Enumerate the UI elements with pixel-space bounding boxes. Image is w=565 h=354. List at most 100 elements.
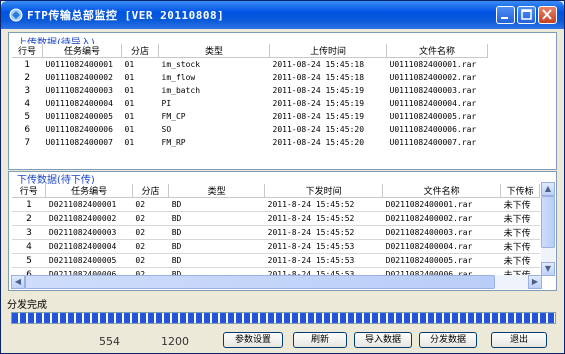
cell: 1 xyxy=(24,59,31,70)
cell: U0111082400005 xyxy=(45,112,113,121)
column-header[interactable]: 类型 xyxy=(168,184,266,198)
cell: im_batch xyxy=(161,86,201,95)
cell: U0111082400002 xyxy=(45,73,113,82)
cell: 5 xyxy=(24,111,31,122)
column-header[interactable]: 上传时间 xyxy=(269,44,387,58)
close-button[interactable] xyxy=(538,6,557,24)
scroll-right-icon[interactable]: ▶ xyxy=(528,275,542,289)
cell: U0111082400001.rar xyxy=(389,60,477,69)
cell: 2011-08-24 15:45:18 xyxy=(272,73,365,82)
cell: U0111082400001 xyxy=(45,60,113,69)
cell: 2011-8-24 15:45:53 xyxy=(264,239,383,254)
minimize-button[interactable] xyxy=(496,6,515,24)
title-bar[interactable]: FTP传输总部监控 [VER 20110808] xyxy=(1,1,564,29)
cell: 未下传 xyxy=(500,239,540,254)
cell: 2011-8-24 15:45:52 xyxy=(264,225,383,240)
cell: 01 xyxy=(124,60,135,69)
cell: U0111082400006.rar xyxy=(389,125,477,134)
cell: D0211082400005 xyxy=(45,253,133,268)
table-row[interactable]: 7 U0111082400007 01 FM_RP 2011-08-24 15:45:2… xyxy=(12,136,488,149)
settings-button[interactable]: 参数设置 xyxy=(223,332,283,348)
cell: 2011-08-24 15:45:19 xyxy=(272,112,365,121)
maximize-button[interactable] xyxy=(517,6,536,24)
cell: 4 xyxy=(24,98,31,109)
table-row[interactable]: 3 D0211082400003 02 BD 2011-8-24 15:45:52 D02… xyxy=(12,225,540,240)
column-header[interactable]: 行号 xyxy=(12,184,47,198)
cell: U0111082400007.rar xyxy=(389,138,477,147)
cell: 01 xyxy=(124,86,135,95)
status-message: 分发完成 xyxy=(7,300,47,311)
scroll-up-icon[interactable]: ▲ xyxy=(541,182,555,196)
cell: D0211082400003.rar xyxy=(382,225,501,240)
cell: D0211082400002.rar xyxy=(382,211,501,226)
cell: 01 xyxy=(124,125,135,134)
column-header[interactable]: 任务编号 xyxy=(42,44,122,58)
exit-button[interactable]: 退出 xyxy=(491,332,547,348)
import-button[interactable]: 导入数据 xyxy=(354,332,412,348)
cell: 2011-8-24 15:45:53 xyxy=(264,253,383,268)
cell: 01 xyxy=(124,138,135,147)
scroll-left-icon[interactable]: ◀ xyxy=(11,275,25,289)
table-row[interactable]: 4 U0111082400004 01 PI 2011-08-24 15:45:19 U0… xyxy=(12,97,488,110)
column-header[interactable]: 分店 xyxy=(132,184,170,198)
minimize-icon xyxy=(501,17,508,19)
refresh-button[interactable]: 刷新 xyxy=(293,332,347,348)
vertical-scroll-thumb[interactable] xyxy=(541,196,555,248)
cell: U0111082400003.rar xyxy=(389,86,477,95)
column-header[interactable]: 下发时间 xyxy=(264,184,384,198)
table-row[interactable]: 5 D0211082400005 02 BD 2011-8-24 15:45:53 D02… xyxy=(12,253,540,268)
cell: BD xyxy=(168,253,265,268)
column-header[interactable]: 文件名称 xyxy=(382,184,502,198)
cell: 未下传 xyxy=(500,225,540,240)
cell: D0211082400001 xyxy=(45,197,133,212)
cell: 02 xyxy=(132,211,169,226)
column-header[interactable]: 类型 xyxy=(158,44,270,58)
cell: D0211082400004 xyxy=(45,239,133,254)
cell: U0111082400005.rar xyxy=(389,112,477,121)
table-row[interactable]: 1 U0111082400001 01 im_stock 2011-08-24 15:4… xyxy=(12,58,488,72)
cell: 02 xyxy=(132,197,169,212)
table-row[interactable]: 2 U0111082400002 01 im_flow 2011-08-24 15:45… xyxy=(12,71,488,84)
table-row[interactable]: 3 U0111082400003 01 im_batch 2011-08-24 15:4… xyxy=(12,84,488,97)
table-row[interactable]: 1 D0211082400001 02 BD 2011-8-24 15:45:52 D02… xyxy=(12,197,540,212)
download-panel: 下传数据(待下传) 行号 任务编号 分店 类型 下发时间 文件名称 下传标 1D… xyxy=(8,171,557,291)
cell: U0111082400004 xyxy=(45,99,113,108)
distribute-button[interactable]: 分发数据 xyxy=(419,332,477,348)
table-row[interactable]: 5 U0111082400005 01 FM_CP 2011-08-24 15:45:1… xyxy=(12,110,488,123)
scroll-down-icon[interactable]: ▼ xyxy=(541,262,555,276)
cell: D0211082400005.rar xyxy=(382,253,501,268)
cell: 2011-8-24 15:45:52 xyxy=(264,197,383,212)
cell: U0111082400004.rar xyxy=(389,99,477,108)
table-row[interactable]: 6 U0111082400006 01 SO 2011-08-24 15:45:20 U0… xyxy=(12,123,488,136)
download-table[interactable]: 行号 任务编号 分店 类型 下发时间 文件名称 下传标 1 D0211082400… xyxy=(12,184,540,282)
upload-table[interactable]: 行号 任务编号 分店 类型 上传时间 文件名称 1 U0111082400001 0… xyxy=(12,44,488,149)
cell: 02 xyxy=(132,253,169,268)
cell: 2011-08-24 15:45:20 xyxy=(272,138,365,147)
horizontal-scroll-thumb[interactable] xyxy=(25,275,495,289)
cell: 7 xyxy=(24,137,31,148)
cell: 1 xyxy=(12,197,46,212)
column-header[interactable]: 任务编号 xyxy=(45,184,133,198)
column-header[interactable]: 行号 xyxy=(12,44,43,58)
close-icon xyxy=(542,9,552,20)
progress-bar xyxy=(11,312,556,324)
count-b: 1200 xyxy=(161,335,189,348)
cell: U0111082400007 xyxy=(45,138,113,147)
cell: 2011-08-24 15:45:18 xyxy=(272,60,365,69)
window-title: FTP传输总部监控 [VER 20110808] xyxy=(27,9,225,22)
vertical-scrollbar[interactable]: ▲ ▼ xyxy=(541,182,555,276)
cell: U0111082400002.rar xyxy=(389,73,477,82)
cell: 未下传 xyxy=(500,253,540,268)
cell: PI xyxy=(161,99,172,108)
horizontal-scrollbar[interactable]: ◀ ▶ xyxy=(11,275,542,289)
cell: 2011-08-24 15:45:19 xyxy=(272,99,365,108)
table-row[interactable]: 2 D0211082400002 02 BD 2011-8-24 15:45:52 D02… xyxy=(12,211,540,226)
cell: BD xyxy=(168,225,265,240)
column-header[interactable]: 文件名称 xyxy=(386,44,488,58)
column-header[interactable]: 下传标 xyxy=(500,184,540,198)
cell: BD xyxy=(168,211,265,226)
column-header[interactable]: 分店 xyxy=(121,44,159,58)
table-row[interactable]: 4 D0211082400004 02 BD 2011-8-24 15:45:53 D02… xyxy=(12,239,540,254)
cell: 01 xyxy=(124,112,135,121)
cell: 3 xyxy=(24,85,31,96)
